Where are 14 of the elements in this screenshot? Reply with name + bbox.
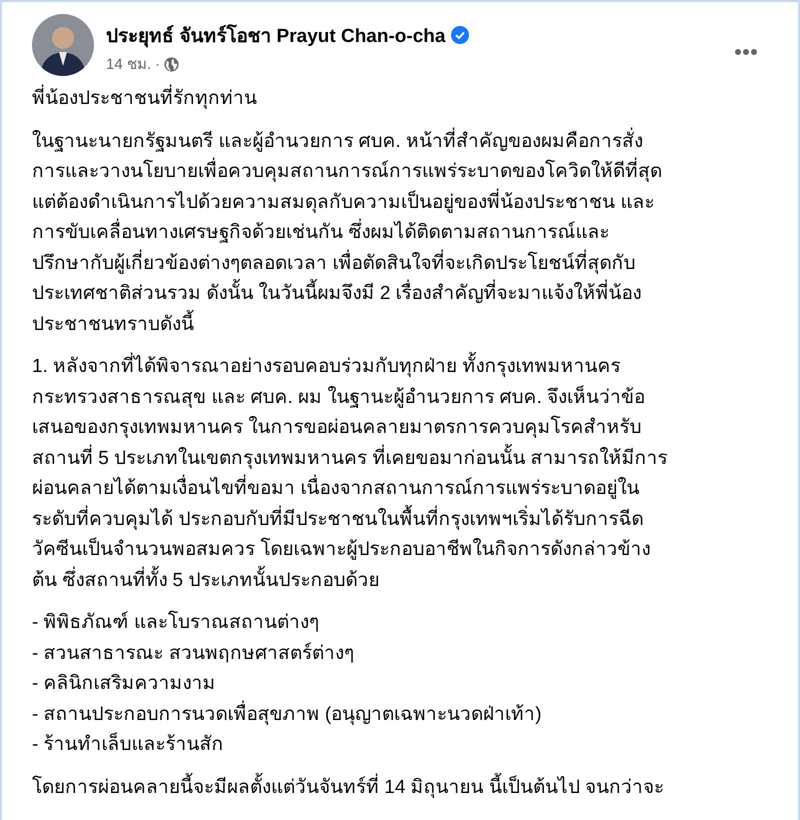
- post-time[interactable]: 14 ชม.: [106, 52, 152, 76]
- post-paragraph: 1. หลังจากที่ได้พิจารณาอย่างรอบคอบร่วมกับทุกฝ่าย ทั้งกรุงเทพมหานคร กระทรวงสาธารณสุข และ ศบค. ผม ในฐานะผู้อำนวยการ ศบค. จึงเห็นว่าข้อ เสนอของกรุงเทพมหานคร ในการขอผ่อนคลายมาตรการควบคุมโรคสำหรับ สถานที่ 5 ประเภทในเขตกรุงเทพมหานคร ที่เคยขอมาก่อนนั้น สามารถให้มีการ ผ่อนคลายได้ตามเงื่อนไขที่ขอมา เนื่องจากสถานการณ์การแพร่ระบาดอยู่ใน ระดับที่ควบคุมได้ ประกอบกับที่มีประชาชนในพื้นที่กรุงเทพฯเริ่มได้รับการฉีด วัคซีนเป็นจำนวนพอสมควร โดยเฉพาะผู้ประกอบอาชีพในกิจการดังกล่าวข้าง ต้น ซึ่งสถานที่ทั้ง 5 ประเภทนั้นประกอบด้วย: [32, 352, 768, 596]
- post-paragraph: ในฐานะนายกรัฐมนตรี และผู้อำนวยการ ศบค. หน้าที่สำคัญของผมคือการสั่ง การและวางนโยบายเพื่อควบคุมสถานการณ์การแพร่ระบาดของโควิดให้ดีที่สุด แต่ต้องดำเนินการไปด้วยความสมดุลกับความเป็นอยู่ของพี่น้องประชาชน และ การขับเคลื่อนทางเศรษฐกิจด้วยเช่นกัน ซึ่งผมได้ติดตามสถานการณ์และ ปรึกษากับผู้เกี่ยวข้องต่างๆตลอดเวลา เพื่อตัดสินใจที่จะเกิดประโยชน์ที่สุดกับ ประเทศชาติส่วนรวม ดังนั้น ในวันนี้ผมจึงมี 2 เรื่องสำคัญที่จะมาแจ้งให้พี่น้อง ประชาชนทราบดังนี้: [32, 126, 768, 340]
- globe-icon: [164, 56, 180, 72]
- author-name[interactable]: ประยุทธ์ จันทร์โอชา Prayut Chan-o-cha: [106, 20, 446, 50]
- list-item: - พิพิธภัณฑ์ และโบราณสถานต่างๆ: [32, 610, 320, 635]
- post-paragraph: พี่น้องประชาชนที่รักทุกท่าน: [32, 84, 768, 114]
- more-options-icon[interactable]: [734, 48, 758, 56]
- list-item: - สวนสาธารณะ สวนพฤกษศาสตร์ต่างๆ: [32, 641, 355, 666]
- post-paragraph: โดยการผ่อนคลายนี้จะมีผลตั้งแต่วันจันทร์ที่ 14 มิถุนายน นี้เป็นต้นไป จนกว่าจะ: [32, 772, 768, 803]
- list-item: - ร้านทำเล็บและร้านสัก: [32, 731, 225, 757]
- list-item: - คลินิกเสริมความงาม: [32, 672, 217, 696]
- list-item: - สถานประกอบการนวดเพื่อสุขภาพ (อนุญาตเฉพาะนวดฝ่าเท้า): [32, 700, 768, 730]
- separator: ·: [155, 56, 160, 72]
